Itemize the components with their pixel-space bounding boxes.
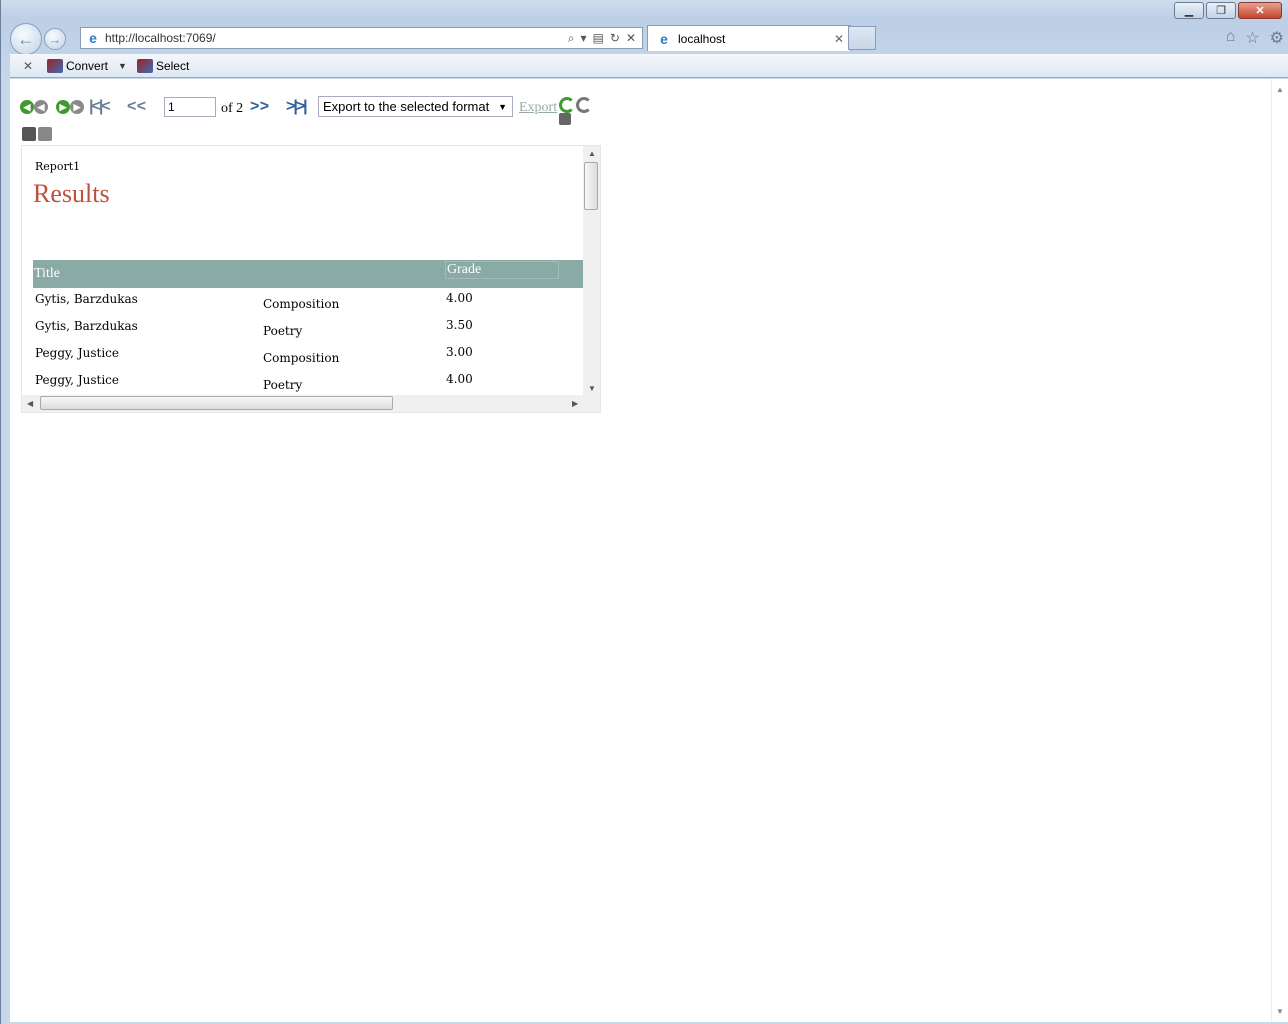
cell-grade: 3.50 — [446, 318, 473, 332]
tab-label: localhost — [678, 31, 726, 46]
report-name: Report1 — [35, 160, 81, 173]
table-row: Gytis, Barzdukas Composition 4.00 — [33, 288, 585, 315]
cell-course: Poetry — [263, 378, 303, 392]
convert-button[interactable]: Convert ▼ — [47, 58, 127, 73]
refresh-grey-icon[interactable] — [576, 97, 592, 113]
ie-icon: e — [660, 30, 668, 47]
table-row: Peggy, Justice Poetry 4.00 — [33, 369, 585, 396]
next-page-button[interactable]: > > — [250, 98, 269, 115]
horizontal-scroll-thumb[interactable] — [40, 396, 393, 410]
chevron-down-icon[interactable]: ▼ — [118, 61, 127, 71]
table-header: Title Grade — [33, 260, 585, 288]
report-pane: Report1 Results Title Grade Gytis, Barzd… — [21, 145, 601, 413]
scroll-down-icon[interactable]: ▼ — [588, 384, 596, 393]
table-row: Gytis, Barzdukas Poetry 3.50 — [33, 315, 585, 342]
scroll-right-icon[interactable]: ▶ — [572, 399, 578, 408]
gear-icon[interactable]: ⚙ — [1270, 28, 1284, 48]
back-button[interactable]: ← — [10, 23, 42, 55]
minimize-button[interactable]: ▁ — [1174, 2, 1204, 19]
cell-course: Composition — [263, 351, 340, 365]
ie-icon: e — [89, 30, 97, 46]
print-icon[interactable] — [22, 127, 36, 141]
zoom-icon[interactable] — [559, 113, 571, 125]
convert-icon — [47, 58, 63, 73]
search-icon[interactable]: ⌕ — [568, 31, 575, 46]
header-grade: Grade — [445, 261, 559, 279]
last-page-button[interactable]: >|>| — [286, 98, 308, 115]
forward-report-button[interactable]: ▶ ▶ — [56, 99, 84, 115]
window-controls: ▁ ❐ ✕ — [1174, 2, 1282, 19]
page-number-input[interactable]: 1 — [164, 97, 216, 117]
forward-green-icon: ▶ — [56, 100, 70, 114]
close-toolbar-icon[interactable]: ✕ — [23, 59, 37, 73]
browser-window: ▁ ❐ ✕ ← → e http://localhost:7069/ ⌕ ▾ ▤… — [0, 0, 1288, 1024]
cell-name: Peggy, Justice — [35, 346, 119, 360]
cell-grade: 4.00 — [446, 291, 473, 305]
cell-course: Poetry — [263, 324, 303, 338]
scroll-up-icon[interactable]: ▲ — [588, 149, 596, 158]
cell-grade: 4.00 — [446, 372, 473, 386]
scroll-left-icon[interactable]: ◀ — [27, 399, 33, 408]
previous-page-button[interactable]: < < — [127, 98, 146, 115]
cell-name: Peggy, Justice — [35, 373, 119, 387]
tab-localhost[interactable]: e localhost ✕ — [647, 25, 851, 51]
dropdown-icon[interactable]: ▾ — [581, 31, 587, 46]
select-label: Select — [155, 58, 190, 73]
home-icon[interactable]: ⌂ — [1226, 28, 1236, 48]
table-row: Peggy, Justice Composition 3.00 — [33, 342, 585, 369]
cell-name: Gytis, Barzdukas — [35, 292, 138, 306]
scroll-up-icon[interactable]: ▲ — [1276, 85, 1284, 94]
restore-button[interactable]: ❐ — [1206, 2, 1236, 19]
refresh-icon[interactable]: ↻ — [610, 31, 620, 46]
chevron-down-icon: ▼ — [498, 101, 507, 112]
report-vertical-scrollbar[interactable]: ▲ ▼ — [583, 146, 600, 396]
close-window-button[interactable]: ✕ — [1238, 2, 1282, 19]
address-actions: ⌕ ▾ ▤ ↻ ✕ — [568, 31, 642, 46]
header-title: Title — [34, 266, 60, 281]
cell-course: Composition — [263, 297, 340, 311]
page-count: of 2 — [221, 101, 244, 116]
favorites-star-icon[interactable]: ☆ — [1245, 28, 1259, 48]
scroll-down-icon[interactable]: ▼ — [1276, 1007, 1284, 1016]
export-link[interactable]: Export — [519, 100, 557, 116]
new-tab-button[interactable] — [848, 26, 876, 50]
address-url[interactable]: http://localhost:7069/ — [105, 31, 216, 45]
export-format-value: Export to the selected format — [323, 99, 490, 114]
first-page-button[interactable]: |<|< — [89, 98, 111, 115]
close-tab-icon[interactable]: ✕ — [834, 32, 844, 46]
vertical-scroll-thumb[interactable] — [584, 162, 598, 210]
browser-right-icons: ⌂ ☆ ⚙ — [1226, 28, 1284, 48]
cell-grade: 3.00 — [446, 345, 473, 359]
cell-name: Gytis, Barzdukas — [35, 319, 138, 333]
back-green-icon: ◀ — [20, 100, 34, 114]
navigation-row: ← → e http://localhost:7069/ ⌕ ▾ ▤ ↻ ✕ e… — [10, 22, 1288, 55]
stop-icon[interactable]: ✕ — [626, 31, 636, 46]
refresh-icon[interactable] — [559, 97, 575, 113]
back-grey-icon: ◀ — [34, 100, 48, 114]
report-horizontal-scrollbar[interactable]: ◀ ▶ — [22, 395, 600, 412]
command-bar: ✕ Convert ▼ Select — [10, 54, 1288, 78]
select-button[interactable]: Select — [136, 58, 190, 73]
select-icon — [136, 58, 153, 73]
export-format-select[interactable]: Export to the selected format ▼ — [318, 96, 513, 117]
back-to-parent-button[interactable]: ◀ ◀ — [20, 99, 48, 115]
address-bar[interactable]: e http://localhost:7069/ ⌕ ▾ ▤ ↻ ✕ — [80, 27, 643, 49]
print-preview-icon[interactable] — [38, 127, 52, 141]
compat-view-icon[interactable]: ▤ — [593, 31, 604, 46]
page-vertical-scrollbar[interactable]: ▲ ▼ — [1271, 79, 1288, 1022]
convert-label: Convert — [66, 58, 109, 73]
page-content: ◀ ◀ ▶ ▶ |<|< < < 1 of 2 > > >|>| Export to… — [10, 79, 1281, 1022]
forward-button[interactable]: → — [44, 28, 66, 50]
forward-grey-icon: ▶ — [70, 100, 84, 114]
report-title: Results — [33, 179, 110, 208]
